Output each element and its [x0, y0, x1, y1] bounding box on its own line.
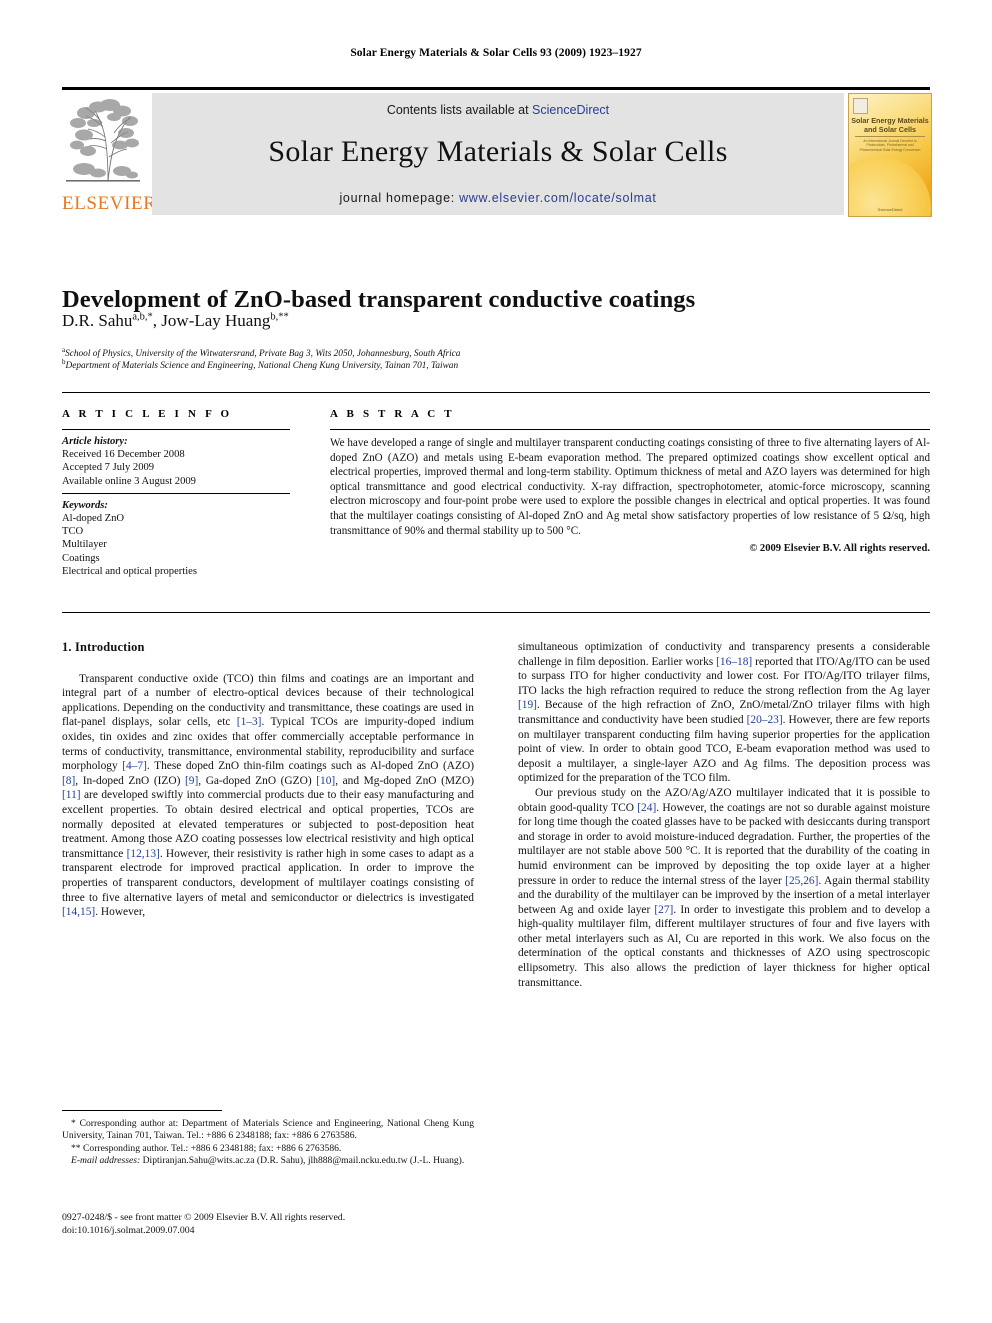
body-text-run: . These doped ZnO thin-film coatings suc… — [146, 760, 474, 773]
body-text-run: . However, — [95, 906, 146, 919]
elsevier-logo: ELSEVIER — [62, 93, 157, 215]
citation-ref[interactable]: [25,26] — [785, 875, 818, 887]
body-paragraph: Our previous study on the AZO/Ag/AZO mul… — [518, 786, 930, 990]
affiliation-b-text: Department of Materials Science and Engi… — [65, 361, 459, 372]
citation-ref[interactable]: [27] — [654, 904, 673, 916]
info-band-bottom-rule — [62, 612, 930, 613]
masthead-grey-band: Contents lists available at ScienceDirec… — [152, 93, 844, 215]
journal-masthead: ELSEVIER Contents lists available at Sci… — [62, 87, 932, 217]
author-2-marks: b,** — [270, 311, 289, 323]
journal-homepage-line: journal homepage: www.elsevier.com/locat… — [152, 191, 844, 205]
paper-page: Solar Energy Materials & Solar Cells 93 … — [0, 0, 992, 1323]
section-heading-introduction: 1. Introduction — [62, 640, 145, 654]
history-item-online: Available online 3 August 2009 — [62, 475, 196, 487]
article-info-rule — [62, 429, 290, 430]
citation-ref[interactable]: [10] — [316, 775, 335, 787]
cover-title: Solar Energy Materials and Solar Cells — [849, 116, 931, 134]
body-paragraph: simultaneous optimization of conductivit… — [518, 640, 930, 786]
keywords-block: Keywords: Al-doped ZnO TCO Multilayer Co… — [62, 499, 297, 578]
imprint-doi-line[interactable]: doi:10.1016/j.solmat.2009.07.004 — [62, 1225, 482, 1238]
footnote-separator-rule — [62, 1110, 222, 1111]
citation-ref[interactable]: [9] — [185, 775, 198, 787]
running-head: Solar Energy Materials & Solar Cells 93 … — [350, 47, 642, 59]
cover-divider — [855, 136, 925, 137]
body-text-run: , and Mg-doped ZnO (MZO) — [335, 774, 474, 787]
cover-title-line2: and Solar Cells — [864, 125, 916, 134]
cover-footer: ScienceDirect — [877, 207, 903, 212]
footnote-corresponding-author-2: ** Corresponding author. Tel.: +886 6 23… — [62, 1143, 474, 1155]
elsevier-tree-icon — [64, 93, 142, 185]
article-info-heading: A R T I C L E I N F O — [62, 408, 233, 420]
footnotes-block: * Corresponding author at: Department of… — [62, 1118, 474, 1167]
author-list: D.R. Sahua,b,*, Jow-Lay Huangb,** — [62, 311, 822, 331]
email-addresses[interactable]: Diptiranjan.Sahu@wits.ac.za (D.R. Sahu),… — [140, 1155, 465, 1166]
body-text-run: . In order to investigate this problem a… — [518, 903, 930, 989]
keyword-item: Multilayer — [62, 539, 107, 551]
contents-prefix: Contents lists available at — [386, 103, 533, 117]
footnote-text: Corresponding author at: Department of M… — [62, 1118, 474, 1142]
email-label: E-mail addresses: — [71, 1154, 141, 1166]
body-paragraph: Transparent conductive oxide (TCO) thin … — [62, 672, 474, 920]
author-1-marks: a,b,* — [132, 311, 153, 323]
abstract-rule — [330, 429, 930, 430]
abstract-text: We have developed a range of single and … — [330, 437, 930, 537]
citation-ref[interactable]: [24] — [637, 802, 656, 814]
article-info-rule-2 — [62, 492, 290, 494]
citation-ref[interactable]: [20–23] — [747, 714, 783, 726]
footnote-corresponding-author-1: * Corresponding author at: Department of… — [62, 1118, 474, 1143]
author-1: D.R. Sahu — [62, 311, 133, 330]
author-2: , Jow-Lay Huang — [152, 311, 271, 330]
citation-ref[interactable]: [12,13] — [127, 848, 160, 860]
citation-ref[interactable]: [16–18] — [716, 656, 752, 668]
body-column-right: simultaneous optimization of conductivit… — [518, 640, 930, 990]
history-item-received: Received 16 December 2008 — [62, 449, 185, 461]
masthead-top-rule — [62, 87, 930, 90]
homepage-prefix: journal homepage: — [339, 191, 460, 205]
article-history-block: Article history: Received 16 December 20… — [62, 435, 297, 488]
article-info-column: A R T I C L E I N F O Article history: R… — [62, 408, 297, 578]
citation-ref[interactable]: [19] — [518, 699, 537, 711]
contents-lists-line: Contents lists available at ScienceDirec… — [152, 103, 844, 117]
keyword-item: TCO — [62, 526, 84, 538]
imprint-issn-line: 0927-0248/$ - see front matter © 2009 El… — [62, 1212, 346, 1223]
footnote-emails: E-mail addresses: Diptiranjan.Sahu@wits.… — [62, 1155, 474, 1167]
keywords-label: Keywords: — [62, 499, 108, 511]
journal-title: Solar Energy Materials & Solar Cells — [268, 135, 728, 168]
cover-elsevier-mark-icon — [853, 98, 868, 114]
abstract-heading: A B S T R A C T — [330, 408, 455, 420]
footnote-text: Corresponding author. Tel.: +886 6 23481… — [80, 1142, 342, 1154]
elsevier-wordmark: ELSEVIER — [62, 193, 157, 214]
journal-homepage-link[interactable]: www.elsevier.com/locate/solmat — [459, 191, 656, 205]
body-text-run: , In-doped ZnO (IZO) — [75, 774, 185, 787]
citation-ref[interactable]: [14,15] — [62, 906, 95, 918]
imprint-block: 0927-0248/$ - see front matter © 2009 El… — [62, 1212, 482, 1237]
citation-ref[interactable]: [4–7] — [122, 760, 147, 772]
body-text-run: , Ga-doped ZnO (GZO) — [198, 774, 317, 787]
keyword-item: Electrical and optical properties — [62, 565, 198, 577]
keyword-item: Coatings — [62, 552, 100, 564]
cover-title-line1: Solar Energy Materials — [851, 116, 929, 125]
abstract-column: A B S T R A C T We have developed a rang… — [330, 408, 930, 554]
sciencedirect-link[interactable]: ScienceDirect — [532, 103, 609, 117]
body-column-left: 1. Introduction Transparent conductive o… — [62, 640, 474, 920]
abstract-copyright: © 2009 Elsevier B.V. All rights reserved… — [749, 543, 930, 555]
citation-ref[interactable]: [1–3] — [237, 716, 262, 728]
cover-subtitle: An International Journal Devoted to Phot… — [859, 139, 921, 152]
keyword-item: Al-doped ZnO — [62, 513, 125, 525]
history-item-accepted: Accepted 7 July 2009 — [62, 462, 155, 474]
footnote-mark: ** — [71, 1142, 81, 1154]
journal-cover-thumbnail: Solar Energy Materials and Solar Cells An… — [848, 93, 932, 217]
citation-ref[interactable]: [8] — [62, 775, 75, 787]
affiliation-b: bDepartment of Materials Science and Eng… — [62, 356, 862, 373]
article-history-label: Article history: — [62, 436, 128, 447]
info-band-top-rule — [62, 392, 930, 393]
citation-ref[interactable]: [11] — [62, 789, 81, 801]
